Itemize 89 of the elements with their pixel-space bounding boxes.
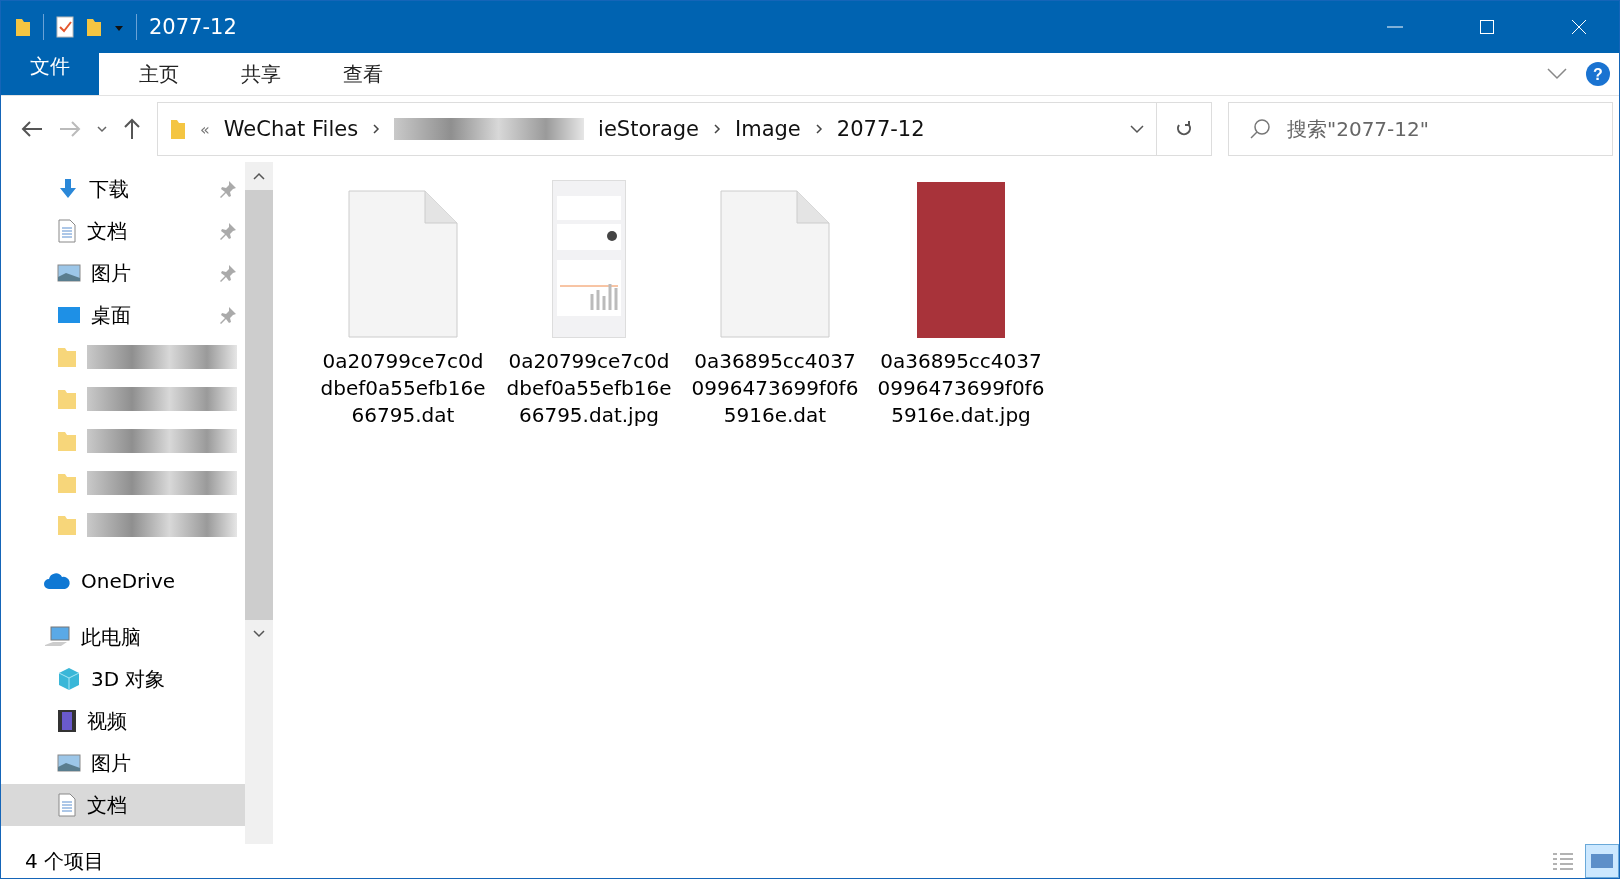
chevron-right-icon[interactable]	[713, 123, 721, 135]
scroll-up-icon[interactable]	[253, 172, 265, 180]
nav-item[interactable]: 图片	[1, 252, 245, 294]
picture-icon	[57, 263, 81, 283]
file-name: 0a20799ce7c0d dbef0a55efb16e 66795.dat.jpg	[505, 348, 673, 429]
nav-label: 文档	[87, 791, 128, 819]
nav-label: 文档	[87, 217, 128, 245]
pin-icon[interactable]	[219, 264, 237, 282]
ribbon-tab[interactable]: 文件	[1, 53, 99, 95]
blank-file-icon	[720, 190, 830, 338]
expand-ribbon-icon[interactable]	[1547, 68, 1567, 80]
refresh-button[interactable]	[1156, 102, 1212, 156]
breadcrumb-item[interactable]: Image	[735, 117, 801, 141]
large-icons-view-button[interactable]	[1585, 844, 1619, 878]
nav-item[interactable]: 文档	[1, 784, 245, 826]
chevron-right-icon[interactable]	[372, 123, 381, 135]
folder-icon	[57, 513, 77, 537]
search-icon	[1249, 118, 1271, 140]
large-icons-icon	[1590, 852, 1614, 870]
new-folder-icon[interactable]	[86, 17, 102, 37]
pin-icon[interactable]	[219, 180, 237, 198]
nav-item[interactable]: 文档	[1, 210, 245, 252]
nav-item[interactable]: 视频	[1, 700, 245, 742]
folder-icon	[57, 471, 77, 495]
forward-icon[interactable]	[59, 120, 81, 138]
pin-icon[interactable]	[219, 306, 237, 324]
chevron-down-icon[interactable]	[97, 125, 107, 133]
address-bar[interactable]: « WeChat Files ieStorage Image 2077-12	[157, 102, 1157, 156]
folder-icon	[57, 429, 77, 453]
back-icon[interactable]	[21, 120, 43, 138]
folder-icon	[57, 345, 77, 369]
ribbon-tab[interactable]: 共享	[219, 53, 303, 95]
window-title: 2077-12	[149, 15, 237, 39]
file-name: 0a36895cc4037 0996473699f0f6 5916e.dat.jpg	[877, 348, 1045, 429]
up-icon[interactable]	[123, 118, 141, 140]
scrollbar[interactable]	[245, 162, 273, 844]
nav-item[interactable]: 此电脑	[1, 616, 245, 658]
search-field[interactable]: 搜索"2077-12"	[1228, 102, 1613, 156]
nav-item[interactable]: 图片	[1, 742, 245, 784]
nav-label: OneDrive	[81, 569, 177, 593]
ribbon-tab[interactable]: 主页	[117, 53, 201, 95]
nav-label: 图片	[91, 259, 132, 287]
nav-label: 视频	[87, 707, 128, 735]
minimize-icon	[1387, 26, 1403, 28]
ribbon-tab[interactable]: 查看	[321, 53, 405, 95]
download-arrow-icon	[57, 178, 79, 200]
nav-label: 3D 对象	[91, 665, 167, 693]
cloud-icon	[43, 572, 71, 590]
breadcrumb-item[interactable]: WeChat Files	[223, 117, 359, 141]
file-item[interactable]: 0a20799ce7c0d dbef0a55efb16e 66795.dat.jpg	[499, 176, 679, 429]
cube-icon	[57, 667, 81, 691]
picture-icon	[57, 753, 81, 773]
file-item[interactable]: 0a36895cc4037 0996473699f0f6 5916e.dat	[685, 176, 865, 429]
document-icon	[57, 219, 77, 243]
close-icon	[1571, 19, 1587, 35]
folder-icon	[170, 118, 186, 140]
film-icon	[57, 709, 77, 733]
details-view-icon[interactable]	[1551, 851, 1575, 871]
folder-icon	[57, 387, 77, 411]
nav-label: 此电脑	[81, 623, 142, 651]
scroll-down-icon[interactable]	[253, 630, 265, 638]
folder-icon[interactable]	[15, 17, 31, 37]
desktop-icon	[57, 305, 81, 325]
properties-icon[interactable]	[56, 16, 74, 38]
file-item[interactable]: 0a20799ce7c0d dbef0a55efb16e 66795.dat	[313, 176, 493, 429]
file-name: 0a20799ce7c0d dbef0a55efb16e 66795.dat	[319, 348, 487, 429]
nav-label: 桌面	[91, 301, 132, 329]
file-name: 0a36895cc4037 0996473699f0f6 5916e.dat	[691, 348, 859, 429]
pin-icon[interactable]	[219, 222, 237, 240]
nav-item[interactable]: 3D 对象	[1, 658, 245, 700]
refresh-icon	[1175, 118, 1193, 137]
dropdown-icon[interactable]	[114, 23, 124, 31]
nav-item[interactable]: 下载	[1, 168, 245, 210]
document-icon	[57, 793, 77, 817]
chevron-right-icon[interactable]	[814, 123, 823, 135]
breadcrumb-item[interactable]: ieStorage	[598, 117, 699, 141]
file-item[interactable]: 0a36895cc4037 0996473699f0f6 5916e.dat.jpg	[871, 176, 1051, 429]
overflow-chevron[interactable]: «	[200, 119, 210, 139]
item-count: 4 个项目	[25, 847, 105, 875]
nav-item[interactable]: OneDrive	[1, 560, 245, 602]
help-icon[interactable]: ?	[1585, 61, 1611, 87]
blank-file-icon	[348, 190, 458, 338]
computer-icon	[43, 625, 71, 649]
nav-item[interactable]: 桌面	[1, 294, 245, 336]
chevron-down-icon[interactable]	[1130, 124, 1144, 134]
nav-label: 下载	[89, 175, 130, 203]
nav-label: 图片	[91, 749, 132, 777]
maximize-icon	[1479, 19, 1495, 35]
breadcrumb-item[interactable]: 2077-12	[836, 117, 925, 141]
